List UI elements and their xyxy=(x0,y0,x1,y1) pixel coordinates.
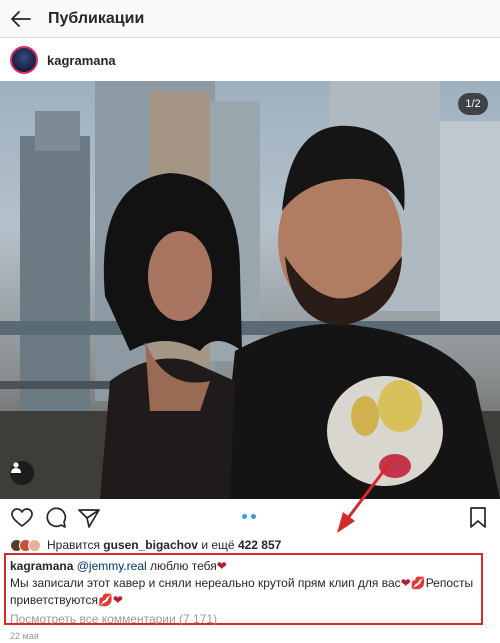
save-button[interactable] xyxy=(466,506,490,530)
tagged-users-button[interactable] xyxy=(10,461,34,485)
post-date: 22 мая xyxy=(10,631,39,641)
likes-prefix: Нравится xyxy=(47,538,100,552)
likes-user[interactable]: gusen_bigachov xyxy=(103,538,198,552)
likes-middle: и ещё xyxy=(201,538,235,552)
avatar[interactable] xyxy=(10,46,38,74)
photo-scene xyxy=(0,81,500,499)
back-button[interactable] xyxy=(0,0,42,38)
carousel-indicator xyxy=(242,514,256,519)
like-button[interactable] xyxy=(10,506,34,530)
post-header: kagramana xyxy=(0,39,500,81)
likes-count[interactable]: 422 857 xyxy=(238,538,281,552)
carousel-dot-1 xyxy=(242,514,247,519)
bookmark-icon xyxy=(470,507,486,528)
carousel-dot-2 xyxy=(251,514,256,519)
post-username[interactable]: kagramana xyxy=(47,53,116,68)
comment-icon xyxy=(46,507,67,528)
share-button[interactable] xyxy=(77,506,101,530)
post-actions xyxy=(0,500,500,534)
liker-avatar xyxy=(28,538,41,552)
send-icon xyxy=(78,509,100,528)
heart-icon xyxy=(11,508,33,527)
post-image[interactable]: 1/2 xyxy=(0,81,500,499)
user-icon xyxy=(11,462,21,473)
image-counter: 1/2 xyxy=(458,93,488,115)
comment-button[interactable] xyxy=(44,506,68,530)
arrow-left-icon xyxy=(11,10,31,27)
likes-summary[interactable]: Нравится gusen_bigachov и ещё 422 857 xyxy=(10,536,281,554)
top-bar: Публикации xyxy=(0,0,500,38)
page-title: Публикации xyxy=(48,9,145,27)
view-comments-link[interactable]: Посмотреть все комментарии (7 171) xyxy=(10,612,217,626)
liker-avatars xyxy=(10,538,41,552)
